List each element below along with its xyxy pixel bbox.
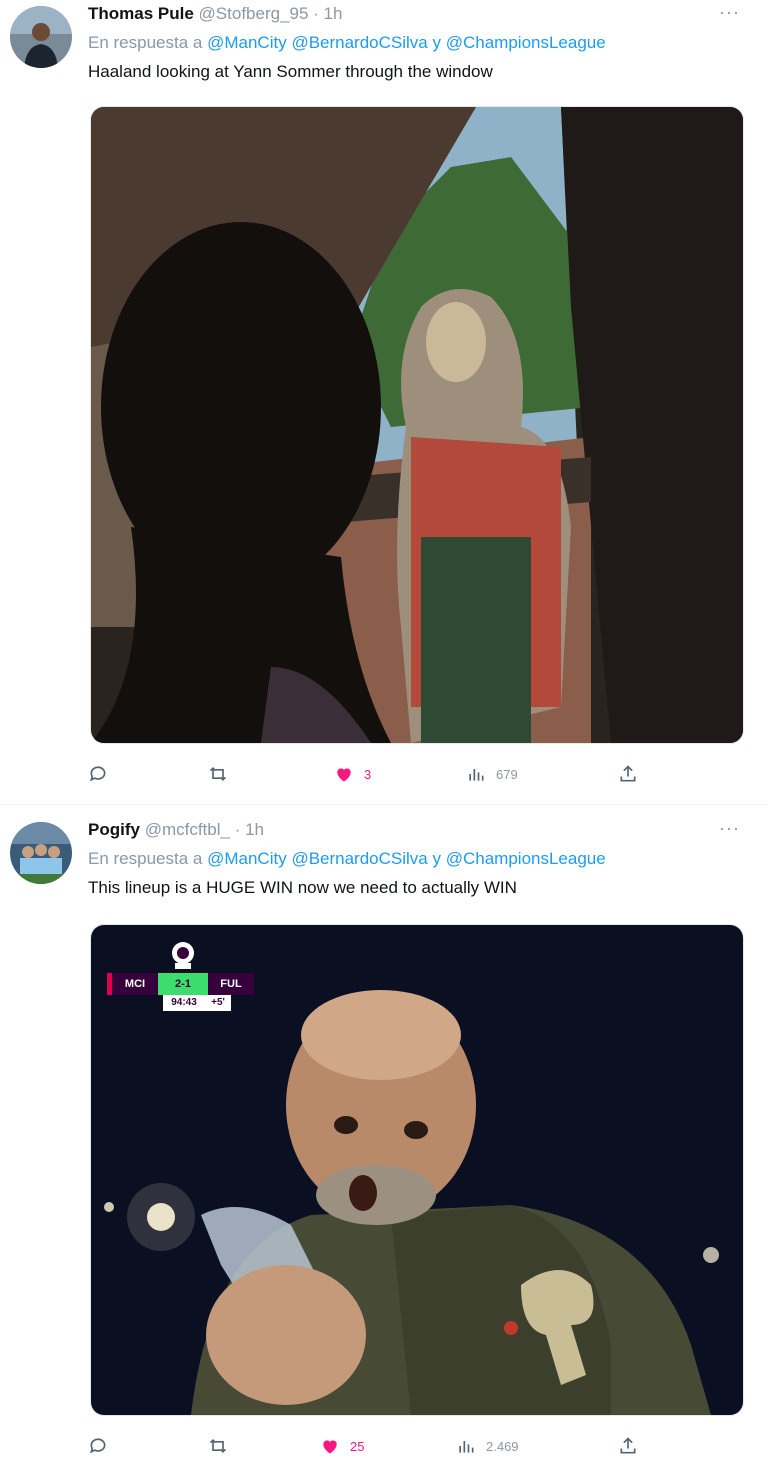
mention-link[interactable]: @BernardoCSilva — [291, 33, 427, 52]
tweet-2[interactable]: Pogify @mcfcftbl_ · 1h ··· En respuesta … — [0, 816, 768, 1468]
mention-join: y — [432, 849, 442, 868]
display-name[interactable]: Thomas Pule — [88, 4, 194, 23]
tweet-text: Haaland looking at Yann Sommer through t… — [88, 62, 493, 81]
reply-prefix: En respuesta a — [88, 33, 203, 52]
views-count: 2.469 — [486, 1438, 519, 1454]
mention-link[interactable]: @ManCity — [207, 33, 287, 52]
views-button[interactable]: 679 — [466, 764, 518, 784]
display-name[interactable]: Pogify — [88, 820, 140, 839]
reply-icon — [90, 1438, 106, 1454]
reply-context: En respuesta a @ManCity @BernardoCSilva … — [88, 33, 606, 53]
like-count: 25 — [350, 1438, 365, 1454]
repost-icon — [209, 766, 227, 782]
share-icon — [620, 1437, 636, 1454]
views-icon — [469, 769, 484, 781]
share-button[interactable] — [618, 1436, 638, 1456]
mention-link[interactable]: @ChampionsLeague — [446, 33, 606, 52]
share-icon — [620, 765, 636, 782]
tweet-image[interactable]: MCI 2-1 FUL 94:43 +5' — [90, 924, 744, 1416]
reply-prefix: En respuesta a — [88, 849, 203, 868]
tweet-actions: 3 679 — [88, 764, 648, 788]
more-icon[interactable]: ··· — [719, 818, 740, 839]
away-team: FUL — [208, 973, 254, 995]
user-handle[interactable]: @mcfcftbl_ — [145, 820, 230, 839]
home-team: MCI — [112, 973, 158, 995]
mention-link[interactable]: @ChampionsLeague — [446, 849, 606, 868]
reply-icon — [90, 766, 106, 782]
tweet-1[interactable]: Thomas Pule @Stofberg_95 · 1h ··· En res… — [0, 0, 768, 800]
views-count: 679 — [496, 766, 518, 782]
tweet-image[interactable] — [90, 106, 744, 744]
timestamp[interactable]: · 1h — [235, 820, 264, 839]
reply-button[interactable] — [88, 1436, 118, 1456]
like-button[interactable]: 25 — [320, 1436, 364, 1456]
mention-link[interactable]: @BernardoCSilva — [291, 849, 427, 868]
timestamp[interactable]: · 1h — [313, 4, 342, 23]
match-score: 2-1 — [158, 973, 208, 995]
user-handle[interactable]: @Stofberg_95 — [199, 4, 309, 23]
views-icon — [459, 1441, 474, 1453]
scorebug: MCI 2-1 FUL 94:43 +5' — [107, 939, 267, 1015]
more-icon[interactable]: ··· — [719, 2, 740, 23]
tweet-text: This lineup is a HUGE WIN now we need to… — [88, 878, 517, 897]
avatar[interactable] — [10, 822, 72, 884]
repost-button[interactable] — [208, 764, 238, 784]
heart-icon — [337, 768, 351, 782]
mention-join: y — [432, 33, 442, 52]
heart-icon — [323, 1440, 337, 1454]
tweet-header: Thomas Pule @Stofberg_95 · 1h — [88, 4, 342, 24]
mention-link[interactable]: @ManCity — [207, 849, 287, 868]
like-count: 3 — [364, 766, 372, 782]
premier-league-logo-icon — [172, 942, 194, 969]
share-button[interactable] — [618, 764, 638, 784]
like-button[interactable]: 3 — [334, 764, 371, 784]
tweet-actions: 25 2.469 — [88, 1436, 648, 1460]
reply-button[interactable] — [88, 764, 118, 784]
repost-button[interactable] — [208, 1436, 238, 1456]
match-clock: 94:43 — [163, 995, 205, 1011]
views-button[interactable]: 2.469 — [456, 1436, 519, 1456]
reply-context: En respuesta a @ManCity @BernardoCSilva … — [88, 849, 606, 869]
avatar[interactable] — [10, 6, 72, 68]
added-time: +5' — [205, 995, 231, 1011]
tweet-header: Pogify @mcfcftbl_ · 1h — [88, 820, 264, 840]
repost-icon — [209, 1438, 227, 1454]
tweet-divider — [0, 804, 768, 805]
